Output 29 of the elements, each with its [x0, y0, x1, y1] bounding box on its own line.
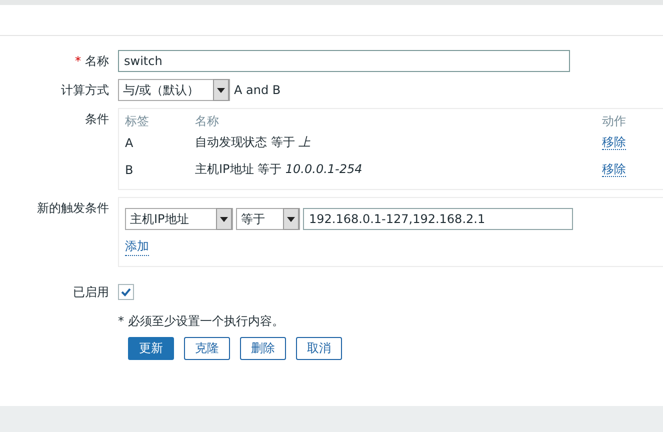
- condition-type-select[interactable]: 主机IP地址: [125, 208, 233, 230]
- form-button[interactable]: 删除: [240, 337, 286, 360]
- column-header: 动作: [602, 112, 627, 130]
- checkmark-icon: [120, 286, 132, 298]
- condition-text: 自动发现状态 等于 上: [195, 134, 312, 151]
- conditions-label: 条件: [85, 112, 109, 126]
- condition-text: 主机IP地址 等于 10.0.0.1-254: [195, 161, 364, 178]
- name-label: 名称: [85, 54, 109, 68]
- formula-text: A and B: [234, 83, 281, 97]
- condition-value-input[interactable]: 192.168.0.1-127,192.168.2.1: [303, 208, 573, 230]
- remove-link[interactable]: 移除: [602, 135, 626, 150]
- required-mark: *: [75, 54, 81, 68]
- remove-link[interactable]: 移除: [602, 162, 626, 177]
- enabled-label: 已启用: [73, 285, 109, 299]
- column-header: 名称: [195, 112, 220, 130]
- calc-select[interactable]: 与/或（默认）: [118, 79, 230, 101]
- operator-select[interactable]: 等于: [236, 208, 300, 230]
- form-button[interactable]: 更新: [128, 337, 174, 360]
- form-button[interactable]: 取消: [296, 337, 342, 360]
- add-link[interactable]: 添加: [125, 238, 149, 256]
- calc-label: 计算方式: [61, 83, 109, 97]
- condition-tag: B: [125, 162, 195, 176]
- column-header: 标签: [125, 112, 150, 130]
- required-note: * 必须至少设置一个执行内容。: [118, 313, 284, 330]
- form-button[interactable]: 克隆: [184, 337, 230, 360]
- condition-tag: A: [125, 136, 195, 150]
- name-input[interactable]: switch: [118, 50, 570, 72]
- enabled-checkbox[interactable]: [118, 284, 134, 300]
- new-condition-label: 新的触发条件: [37, 201, 109, 215]
